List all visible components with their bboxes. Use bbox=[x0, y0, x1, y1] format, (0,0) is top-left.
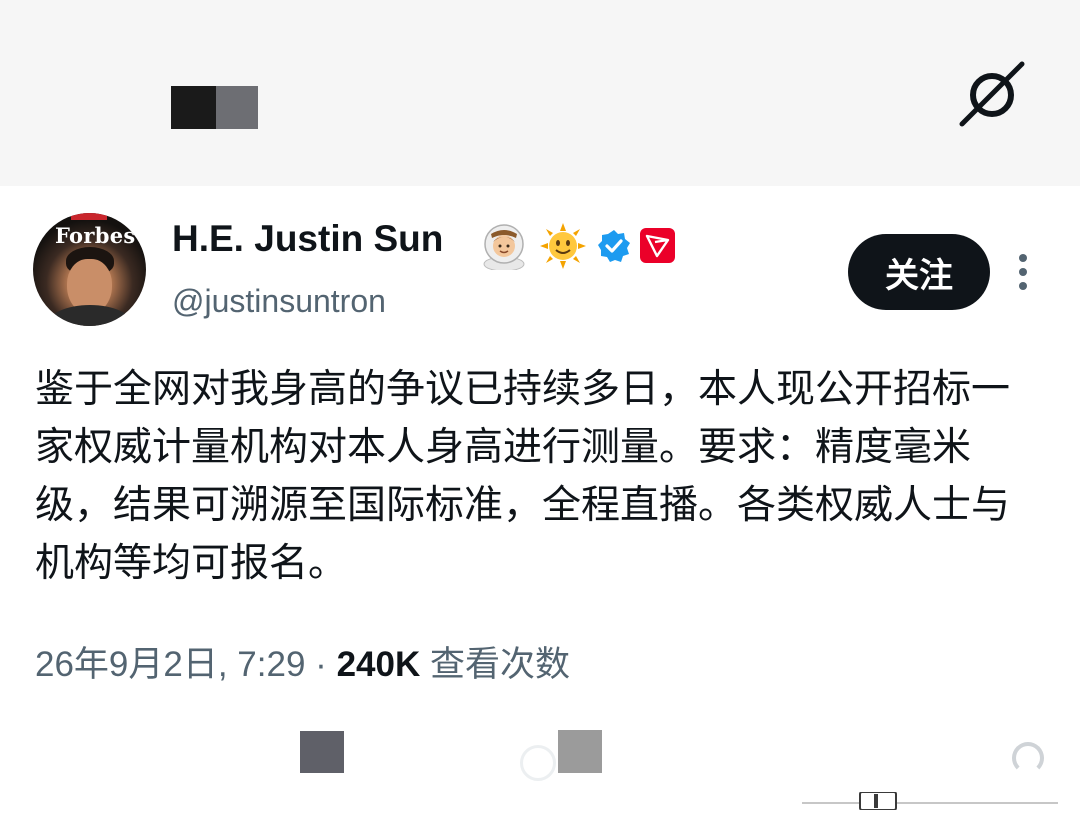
view-count: 240K bbox=[336, 645, 421, 684]
top-bar bbox=[0, 0, 1080, 186]
tron-icon[interactable] bbox=[639, 227, 676, 264]
avatar[interactable]: Forbes bbox=[33, 213, 146, 326]
verified-icon[interactable] bbox=[597, 229, 631, 263]
display-name[interactable]: H.E. Justin Sun bbox=[172, 218, 443, 260]
redacted-block bbox=[300, 731, 344, 773]
author-handle[interactable]: @justinsuntron bbox=[172, 283, 386, 320]
redacted-block bbox=[216, 86, 258, 129]
meta-separator: · bbox=[315, 645, 327, 684]
follow-button[interactable]: 关注 bbox=[848, 234, 990, 310]
faint-action-icon bbox=[520, 745, 556, 781]
faint-action-icon bbox=[1012, 742, 1044, 774]
avatar-masthead: Forbes bbox=[55, 223, 136, 248]
scrollbar[interactable] bbox=[802, 792, 1058, 810]
view-count-label: 查看次数 bbox=[429, 645, 570, 685]
app-logo-icon[interactable] bbox=[958, 58, 1028, 128]
redacted-block bbox=[558, 730, 602, 773]
avatar-shirt bbox=[47, 305, 133, 326]
astronaut-icon bbox=[483, 224, 525, 270]
sun-face-icon bbox=[540, 223, 586, 269]
tweet-timestamp[interactable]: 26年9月2日, 7:29 bbox=[35, 645, 305, 684]
tweet-text: 鉴于全网对我身高的争议已持续多日，本人现公开招标一家权威计量机构对本人身高进行测… bbox=[35, 367, 1011, 586]
redacted-block bbox=[171, 86, 216, 129]
tweet-meta: 26年9月2日, 7:29 · 240K 查看次数 bbox=[35, 636, 570, 687]
more-options-icon[interactable] bbox=[1010, 250, 1038, 294]
avatar-red-strip bbox=[71, 213, 107, 220]
